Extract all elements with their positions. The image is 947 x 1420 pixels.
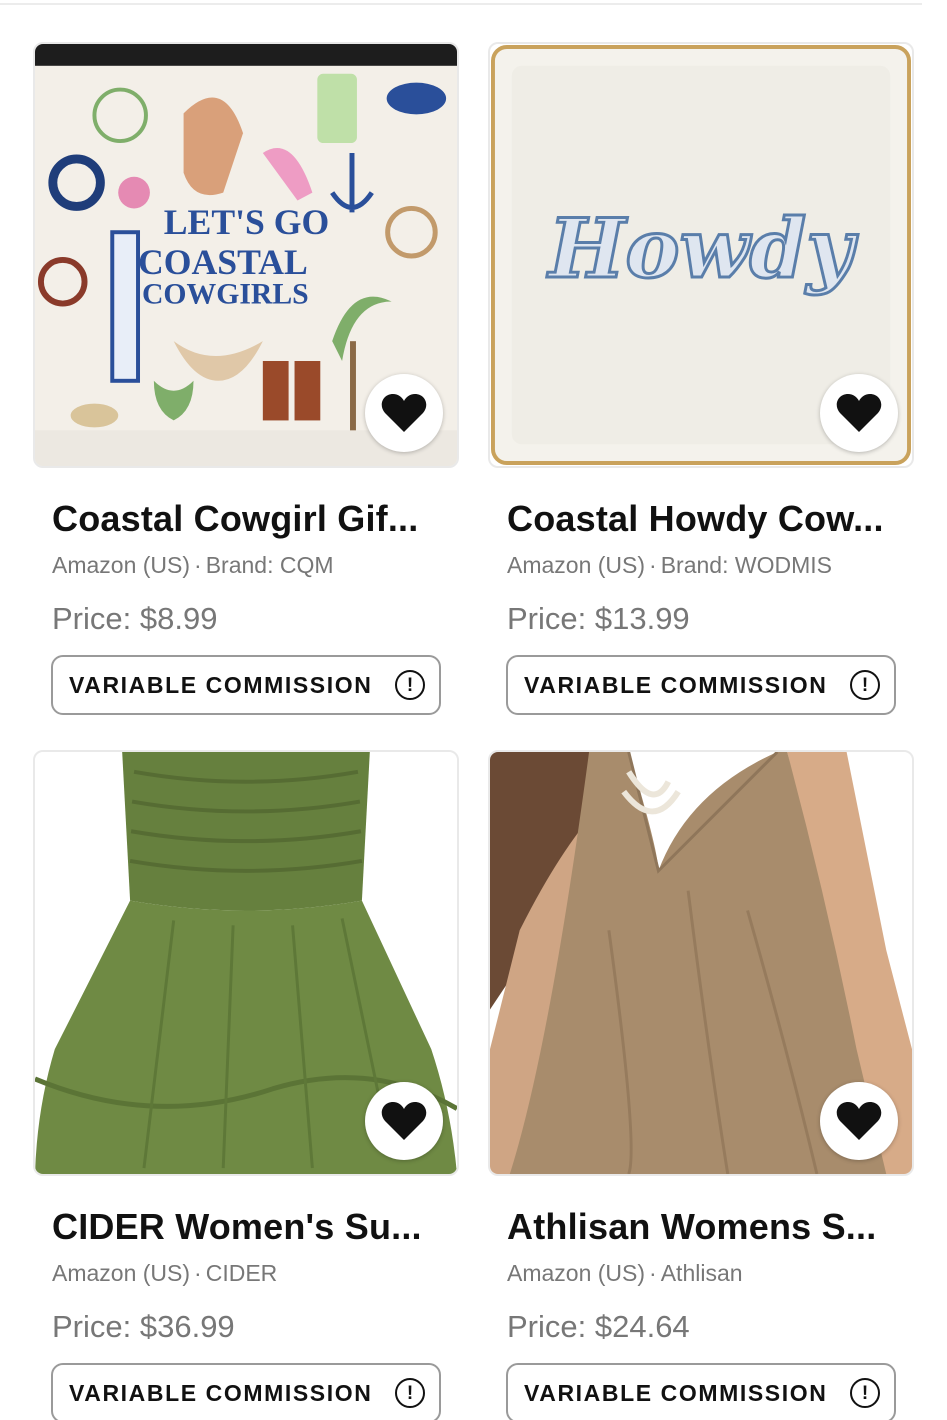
product-price: Price: $8.99 <box>52 601 218 636</box>
favorite-button[interactable] <box>820 1082 898 1160</box>
product-card[interactable]: Athlisan Womens S... Amazon (US) · Athlisa… <box>488 750 914 1420</box>
product-card[interactable]: LET'S GO COASTAL COWGIRLS Coastal Cowgir… <box>33 42 459 715</box>
product-title[interactable]: Coastal Howdy Cow... <box>488 498 914 540</box>
variable-commission-button[interactable]: VARIABLE COMMISSION ! <box>506 655 896 715</box>
product-meta: Amazon (US) · Brand: CQM <box>33 552 459 579</box>
heart-icon <box>381 394 427 432</box>
product-store: Amazon (US) <box>507 552 646 578</box>
product-image-howdy-dish[interactable]: Howdy <box>488 42 914 468</box>
product-image-cowgirl-bag[interactable]: LET'S GO COASTAL COWGIRLS <box>33 42 459 468</box>
product-price: Price: $24.64 <box>507 1309 690 1344</box>
product-price: Price: $36.99 <box>52 1309 235 1344</box>
product-card[interactable]: Howdy Coastal Howdy Cow... Amazon (US) · B… <box>488 42 914 715</box>
heart-icon <box>836 394 882 432</box>
product-meta: Amazon (US) · CIDER <box>33 1260 459 1287</box>
commission-label: VARIABLE COMMISSION <box>524 1379 828 1406</box>
product-brand: Athlisan <box>660 1260 743 1286</box>
product-meta: Amazon (US) · Athlisan <box>488 1260 914 1287</box>
product-title[interactable]: CIDER Women's Su... <box>33 1206 459 1248</box>
meta-separator: · <box>194 552 202 578</box>
dish-text: Howdy <box>547 202 859 297</box>
product-card[interactable]: CIDER Women's Su... Amazon (US) · CIDER Pr… <box>33 750 459 1420</box>
info-icon[interactable]: ! <box>850 670 880 700</box>
heart-icon <box>381 1102 427 1140</box>
variable-commission-button[interactable]: VARIABLE COMMISSION ! <box>51 655 441 715</box>
heart-icon <box>836 1102 882 1140</box>
product-price: Price: $13.99 <box>507 601 690 636</box>
product-store: Amazon (US) <box>52 1260 191 1286</box>
product-brand: Brand: CQM <box>205 552 334 578</box>
bag-text-line2: COASTAL <box>138 242 308 282</box>
product-brand: Brand: WODMIS <box>660 552 832 578</box>
bag-text-line3: COWGIRLS <box>142 279 309 311</box>
favorite-button[interactable] <box>365 374 443 452</box>
variable-commission-button[interactable]: VARIABLE COMMISSION ! <box>51 1363 441 1420</box>
favorite-button[interactable] <box>820 374 898 452</box>
product-image-beige-dress[interactable] <box>488 750 914 1176</box>
commission-label: VARIABLE COMMISSION <box>69 1379 373 1406</box>
product-meta: Amazon (US) · Brand: WODMIS <box>488 552 914 579</box>
info-icon[interactable]: ! <box>395 670 425 700</box>
product-image-green-dress[interactable] <box>33 750 459 1176</box>
info-icon[interactable]: ! <box>395 1378 425 1408</box>
product-store: Amazon (US) <box>52 552 191 578</box>
bag-text-line1: LET'S GO <box>164 202 329 242</box>
product-grid: LET'S GO COASTAL COWGIRLS Coastal Cowgir… <box>33 42 914 1420</box>
favorite-button[interactable] <box>365 1082 443 1160</box>
info-icon[interactable]: ! <box>850 1378 880 1408</box>
commission-label: VARIABLE COMMISSION <box>524 671 828 698</box>
meta-separator: · <box>649 552 657 578</box>
top-divider <box>0 0 922 5</box>
meta-separator: · <box>194 1260 202 1286</box>
commission-label: VARIABLE COMMISSION <box>69 671 373 698</box>
product-title[interactable]: Athlisan Womens S... <box>488 1206 914 1248</box>
product-brand: CIDER <box>205 1260 278 1286</box>
product-store: Amazon (US) <box>507 1260 646 1286</box>
meta-separator: · <box>649 1260 657 1286</box>
variable-commission-button[interactable]: VARIABLE COMMISSION ! <box>506 1363 896 1420</box>
product-title[interactable]: Coastal Cowgirl Gif... <box>33 498 459 540</box>
